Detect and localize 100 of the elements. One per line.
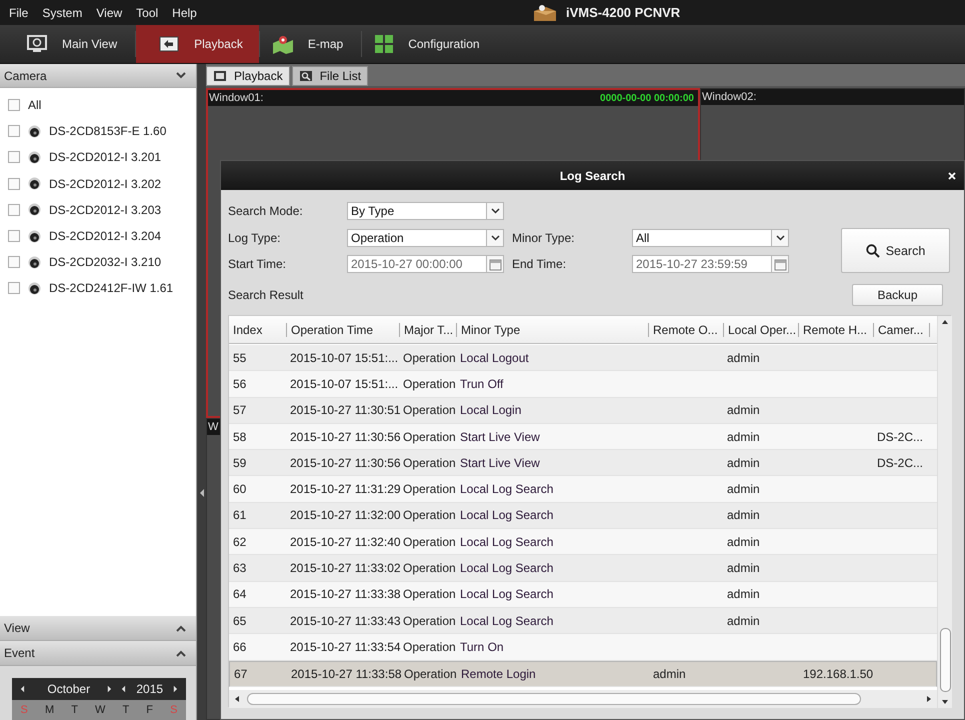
column-header[interactable]: Remote H...	[798, 322, 873, 336]
camera-label[interactable]: DS-2CD2012-I 3.202	[49, 176, 162, 191]
table-row[interactable]: 65 2015-10-27 11:33:43 Operation Local Log Search admin	[229, 608, 937, 634]
checkbox[interactable]	[8, 230, 20, 242]
menu-item[interactable]: View	[96, 6, 122, 20]
toolbar-tab[interactable]: Main View	[14, 25, 136, 63]
minor-type-dropdown[interactable]: All	[632, 228, 789, 246]
close-icon[interactable]	[948, 172, 956, 180]
scroll-right-icon[interactable]	[927, 696, 931, 702]
table-row[interactable]: 55 2015-10-07 15:51:... Operation Local Logout admin	[229, 345, 937, 372]
checkbox[interactable]	[8, 204, 20, 216]
log-type-dropdown[interactable]: Operation	[347, 228, 504, 246]
panel-header[interactable]: View	[0, 616, 196, 641]
table-row[interactable]: 67 2015-10-27 11:33:58 Operation Remote Login admin 192.168.1.50	[229, 660, 937, 687]
camera-cell-text: DS-2C...	[876, 430, 924, 444]
scroll-up-icon[interactable]	[942, 320, 948, 324]
app-logo-icon	[532, 2, 558, 22]
checkbox[interactable]	[8, 178, 20, 190]
view-tab[interactable]: Playback	[206, 66, 290, 86]
previous-month-icon[interactable]	[20, 685, 25, 693]
horizontal-scrollbar[interactable]	[229, 690, 937, 708]
time-cell-text: 2015-10-27 11:33:54	[289, 640, 399, 654]
column-header[interactable]: Major T...	[399, 322, 456, 336]
weekday-label: M	[44, 704, 54, 716]
local-operator-cell-text: admin	[726, 430, 761, 444]
checkbox[interactable]	[8, 256, 20, 268]
field-label: Log Type:	[228, 230, 282, 244]
camera-label[interactable]: DS-2CD2032-I 3.210	[49, 255, 162, 270]
camera-panel-header[interactable]: Camera	[0, 64, 196, 88]
time-cell-text: 2015-10-27 11:30:51	[289, 403, 399, 418]
collapse-arrow-icon[interactable]	[198, 489, 204, 497]
minor-type-cell-text: Start Live View	[459, 456, 541, 470]
menu-item[interactable]: Help	[172, 6, 197, 20]
table-row[interactable]: 61 2015-10-27 11:32:00 Operation Local Log Search admin	[229, 502, 937, 530]
column-header[interactable]: Remote O...	[648, 322, 723, 336]
toolbar-tab[interactable]: Configuration	[362, 25, 498, 63]
index-cell-text: 56	[232, 376, 248, 391]
index-cell-text: 67	[233, 666, 248, 681]
column-header[interactable]: Camer...	[873, 322, 929, 336]
time-cell-text: 2015-10-27 11:30:56	[289, 430, 399, 444]
table-row[interactable]: 62 2015-10-27 11:32:40 Operation Local Log Search admin	[229, 529, 937, 556]
table-row[interactable]: 57 2015-10-27 11:30:51 Operation Local Login admin	[229, 398, 937, 424]
previous-year-icon[interactable]	[121, 685, 126, 693]
next-year-icon[interactable]	[173, 685, 178, 693]
panel-header[interactable]: Event	[0, 641, 196, 666]
camera-label[interactable]: DS-2CD2012-I 3.203	[49, 202, 162, 217]
camera-icon	[28, 230, 41, 243]
menu-item[interactable]: System	[42, 6, 82, 20]
chevron-down-icon	[490, 208, 500, 214]
toolbar-tab[interactable]: E-map	[260, 25, 362, 63]
camera-label[interactable]: DS-2CD2412F-IW 1.61	[49, 281, 174, 296]
scroll-down-icon[interactable]	[942, 700, 948, 704]
grid-icon	[374, 34, 394, 54]
camera-label[interactable]: DS-2CD2012-I 3.201	[49, 150, 162, 164]
table-row[interactable]: 58 2015-10-27 11:30:56 Operation Start Live View admin DS-2C...	[229, 424, 937, 450]
scrollbar-thumb[interactable]	[940, 628, 950, 692]
camera-icon	[28, 203, 41, 216]
major-type-cell-text: Operation	[402, 403, 456, 418]
checkbox[interactable]	[8, 282, 20, 294]
toolbar-tab[interactable]: Playback	[136, 25, 259, 63]
table-row[interactable]: 56 2015-10-07 15:51:... Operation Trun Off	[229, 371, 937, 398]
next-month-icon[interactable]	[106, 685, 112, 693]
playback-icon	[158, 34, 180, 54]
minor-type-cell-text: Local Log Search	[459, 534, 554, 549]
search-mode-dropdown[interactable]: By Type	[347, 202, 504, 220]
camera-label[interactable]: DS-2CD2012-I 3.204	[49, 229, 162, 244]
menu-item[interactable]: Tool	[136, 6, 158, 20]
checkbox[interactable]	[8, 99, 20, 112]
list-search-icon	[298, 70, 313, 82]
minor-type-cell-text: Local Log Search	[459, 508, 554, 522]
field-label: Search Mode:	[228, 204, 304, 218]
index-cell-text: 61	[232, 508, 248, 522]
table-row[interactable]: 66 2015-10-27 11:33:54 Operation Turn On	[229, 634, 937, 661]
calendar-icon	[774, 258, 786, 270]
minor-type-cell-text: Local Log Search	[459, 614, 554, 628]
scroll-left-icon[interactable]	[235, 696, 239, 702]
column-header[interactable]: Operation Time	[286, 322, 399, 336]
table-row[interactable]: 64 2015-10-27 11:33:38 Operation Local Log Search admin	[229, 582, 937, 608]
backup-button[interactable]: Backup	[852, 284, 943, 306]
start-time-field[interactable]: 2015-10-27 00:00:00	[347, 255, 504, 273]
menu-item[interactable]: File	[9, 6, 28, 20]
column-header[interactable]: Local Oper...	[723, 322, 798, 336]
column-header[interactable]: Minor Type	[456, 322, 648, 336]
app-title: iVMS-4200 PCNVR	[566, 5, 680, 20]
major-type-cell-text: Operation	[402, 614, 456, 628]
column-header[interactable]: Index	[229, 322, 286, 336]
table-row[interactable]: 60 2015-10-27 11:31:29 Operation Local Log Search admin	[229, 476, 937, 503]
vertical-scrollbar[interactable]	[937, 316, 952, 708]
view-tab[interactable]: File List	[292, 66, 368, 86]
checkbox[interactable]	[8, 151, 20, 164]
camera-label: All	[28, 98, 42, 112]
checkbox[interactable]	[8, 125, 20, 138]
minor-type-cell-text: Local Log Search	[459, 482, 554, 496]
table-row[interactable]: 59 2015-10-27 11:30:56 Operation Start Live View admin DS-2C...	[229, 450, 937, 476]
camera-label[interactable]: DS-2CD8153F-E 1.60	[49, 124, 166, 138]
end-time-field[interactable]: 2015-10-27 23:59:59	[632, 255, 789, 273]
field-label: Minor Type:	[512, 230, 576, 244]
scrollbar-thumb[interactable]	[247, 693, 861, 705]
table-row[interactable]: 63 2015-10-27 11:33:02 Operation Local Log Search admin	[229, 555, 937, 582]
search-button[interactable]: Search	[841, 228, 950, 273]
